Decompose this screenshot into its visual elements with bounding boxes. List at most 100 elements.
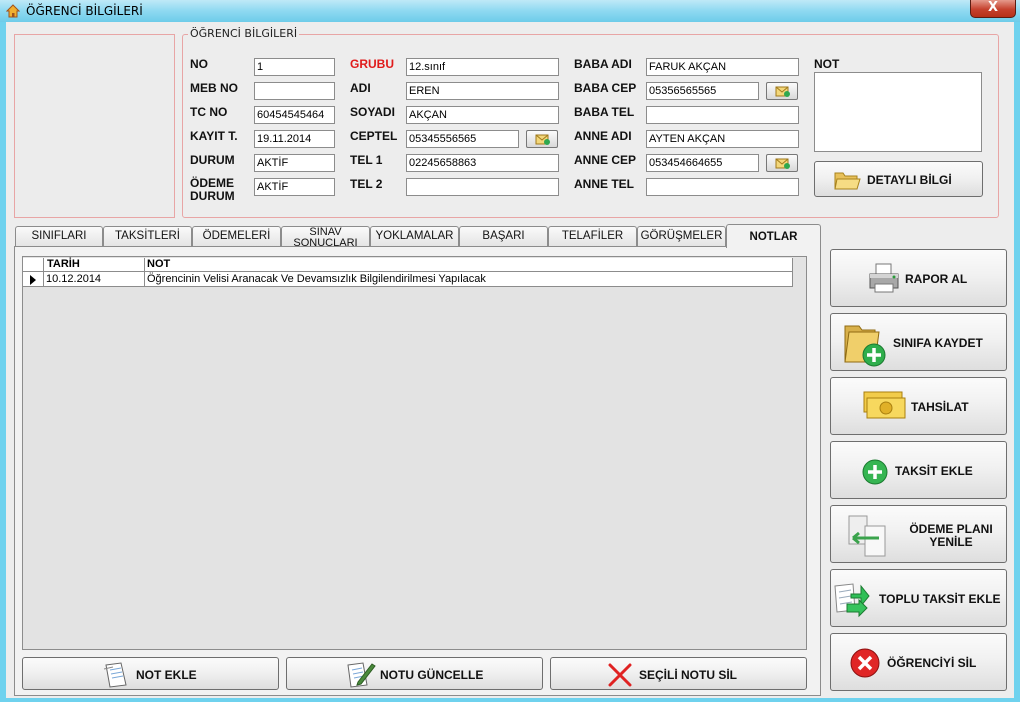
baba-adi-field[interactable]: FARUK AKÇAN — [646, 58, 799, 76]
ceptel-field[interactable]: 05345556565 — [406, 130, 519, 148]
renew-payment-plan-label-line2: YENİLE — [929, 535, 973, 549]
tel2-field[interactable] — [406, 178, 559, 196]
baba-tel-field[interactable] — [646, 106, 799, 124]
anne-adi-field[interactable]: AYTEN AKÇAN — [646, 130, 799, 148]
renew-payment-plan-label-line1: ÖDEME PLANI — [909, 522, 993, 536]
tel1-field[interactable]: 02245658863 — [406, 154, 559, 172]
save-to-class-button[interactable]: SINIFA KAYDET — [830, 313, 1007, 371]
grubu-label: GRUBU — [350, 57, 394, 71]
baba-adi-label: BABA ADI — [574, 57, 632, 71]
window-title: ÖĞRENCİ BİLGİLERİ — [26, 4, 143, 18]
tel2-label: TEL 2 — [350, 177, 383, 191]
tab-basari-grafigi[interactable]: BAŞARI GRAFİĞİ — [459, 226, 548, 246]
folder-add-icon — [844, 325, 886, 367]
durum-label: DURUM — [190, 153, 235, 167]
no-field[interactable]: 1 — [254, 58, 335, 76]
column-header-tarih[interactable]: TARİH — [47, 258, 80, 270]
tab-yoklamalar[interactable]: YOKLAMALAR — [370, 226, 459, 246]
update-note-button[interactable]: NOTU GÜNCELLE — [286, 657, 543, 690]
anne-cep-label: ANNE CEP — [574, 153, 637, 167]
row-date-cell[interactable]: 10.12.2014 — [46, 273, 101, 285]
no-label: NO — [190, 57, 208, 71]
column-divider — [144, 258, 145, 287]
title-bar — [0, 0, 1020, 22]
odeme-durum-field[interactable]: AKTİF — [254, 178, 335, 196]
sms-envelope-icon — [775, 86, 790, 97]
home-icon — [6, 4, 20, 18]
tab-sinav-sonuclari[interactable]: SINAV SONUÇLARI — [281, 226, 370, 246]
kayit-t-label: KAYIT T. — [190, 129, 238, 143]
baba-cep-sms-button[interactable] — [766, 82, 798, 100]
tab-odemeleri[interactable]: ÖDEMELERİ — [192, 226, 281, 246]
delete-selected-note-button[interactable]: SEÇİLİ NOTU SİL — [550, 657, 807, 690]
odeme-durum-label: ÖDEME DURUM — [190, 176, 235, 203]
delete-circle-icon — [850, 648, 880, 678]
student-photo[interactable] — [14, 34, 175, 218]
anne-tel-field[interactable] — [646, 178, 799, 196]
adi-label: ADI — [350, 81, 371, 95]
meb-no-field[interactable] — [254, 82, 335, 100]
anne-adi-label: ANNE ADI — [574, 129, 632, 143]
grubu-field[interactable]: 12.sınıf — [406, 58, 559, 76]
update-note-label: NOTU GÜNCELLE — [380, 668, 484, 682]
delete-student-label: ÖĞRENCİYİ SİL — [887, 656, 977, 670]
row-note-cell[interactable]: Öğrencinin Velisi Aranacak Ve Devamsızlı… — [147, 273, 486, 285]
folder-icon — [834, 172, 861, 190]
detail-info-label: DETAYLI BİLGİ — [867, 173, 952, 187]
row-header-divider — [43, 258, 44, 287]
notes-grid[interactable] — [22, 256, 807, 650]
money-icon — [863, 391, 906, 419]
bulk-installment-label: TOPLU TAKSİT EKLE — [879, 592, 1001, 606]
note-textarea[interactable] — [814, 72, 982, 152]
ceptel-sms-button[interactable] — [526, 130, 558, 148]
add-circle-icon — [862, 459, 888, 485]
notes-grid-header — [23, 258, 793, 272]
tc-no-field[interactable]: 60454545464 — [254, 106, 335, 124]
transfer-documents-icon — [848, 515, 886, 557]
add-note-button[interactable]: NOT EKLE — [22, 657, 279, 690]
add-note-label: NOT EKLE — [136, 668, 197, 682]
bulk-installment-button[interactable]: TOPLU TAKSİT EKLE — [830, 569, 1007, 627]
anne-cep-field[interactable]: 053454664655 — [646, 154, 759, 172]
report-button[interactable]: RAPOR AL — [830, 249, 1007, 307]
add-installment-label: TAKSİT EKLE — [895, 464, 973, 478]
tel1-label: TEL 1 — [350, 153, 383, 167]
grid-right-edge — [792, 258, 793, 287]
renew-payment-plan-button[interactable]: ÖDEME PLANI YENİLE — [830, 505, 1007, 563]
add-installment-button[interactable]: TAKSİT EKLE — [830, 441, 1007, 499]
report-label: RAPOR AL — [905, 272, 968, 286]
detail-info-button[interactable]: DETAYLI BİLGİ — [814, 161, 983, 197]
current-row-arrow-icon — [30, 275, 36, 285]
bulk-add-icon — [834, 583, 870, 618]
sms-envelope-icon — [775, 158, 790, 169]
tab-notlar[interactable]: NOTLAR — [726, 224, 821, 248]
tab-gorusmeler[interactable]: GÖRÜŞMELER — [637, 226, 726, 246]
delete-selected-note-label: SEÇİLİ NOTU SİL — [639, 668, 738, 682]
anne-tel-label: ANNE TEL — [574, 177, 634, 191]
note-paper-icon — [103, 662, 127, 688]
soyadi-label: SOYADI — [350, 105, 395, 119]
edit-note-icon — [347, 662, 376, 688]
close-button[interactable]: X — [970, 0, 1016, 18]
tab-telafiler[interactable]: TELAFİLER — [548, 226, 637, 246]
meb-no-label: MEB NO — [190, 81, 238, 95]
printer-icon — [869, 263, 899, 293]
anne-cep-sms-button[interactable] — [766, 154, 798, 172]
column-header-not[interactable]: NOT — [147, 258, 170, 270]
tab-taksitleri[interactable]: TAKSİTLERİ — [103, 226, 192, 246]
kayit-t-field[interactable]: 19.11.2014 — [254, 130, 335, 148]
collection-label: TAHSİLAT — [911, 400, 969, 414]
delete-x-icon — [608, 663, 632, 687]
delete-student-button[interactable]: ÖĞRENCİYİ SİL — [830, 633, 1007, 691]
baba-cep-label: BABA CEP — [574, 81, 637, 95]
note-label: NOT — [814, 57, 840, 71]
durum-field[interactable]: AKTİF — [254, 154, 335, 172]
baba-cep-field[interactable]: 05356565565 — [646, 82, 759, 100]
collection-button[interactable]: TAHSİLAT — [830, 377, 1007, 435]
student-info-group-title: ÖĞRENCİ BİLGİLERİ — [188, 27, 300, 40]
tab-siniflari[interactable]: SINIFLARI — [15, 226, 103, 246]
sms-envelope-icon — [535, 134, 550, 145]
tc-no-label: TC NO — [190, 105, 228, 119]
adi-field[interactable]: EREN — [406, 82, 559, 100]
soyadi-field[interactable]: AKÇAN — [406, 106, 559, 124]
